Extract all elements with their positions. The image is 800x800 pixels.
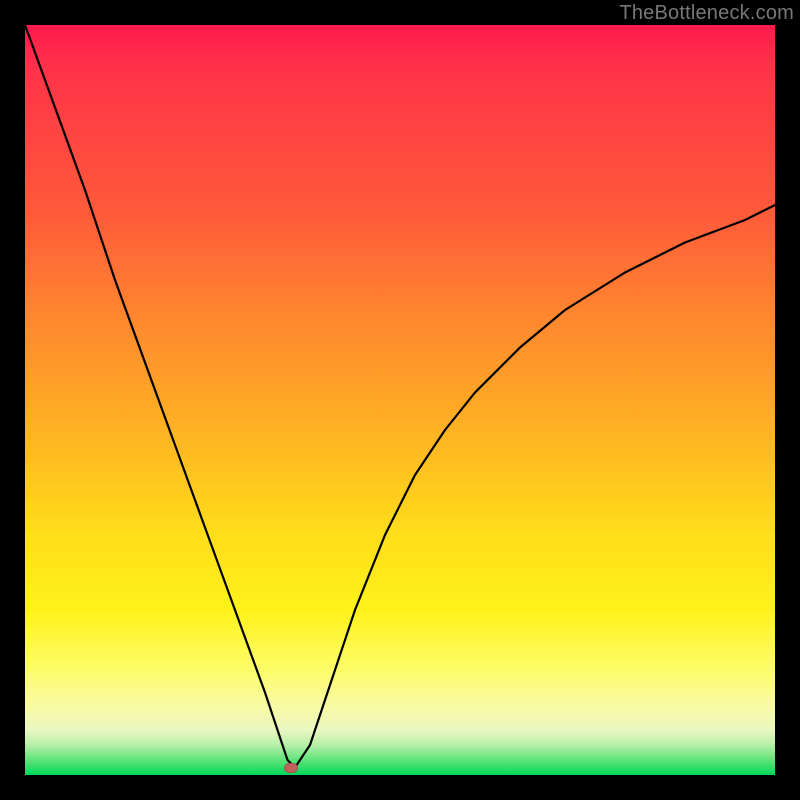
chart-frame: TheBottleneck.com	[0, 0, 800, 800]
bottleneck-curve	[25, 25, 775, 775]
watermark-text: TheBottleneck.com	[619, 2, 794, 25]
plot-area	[25, 25, 775, 775]
optimal-point-marker	[284, 763, 298, 773]
